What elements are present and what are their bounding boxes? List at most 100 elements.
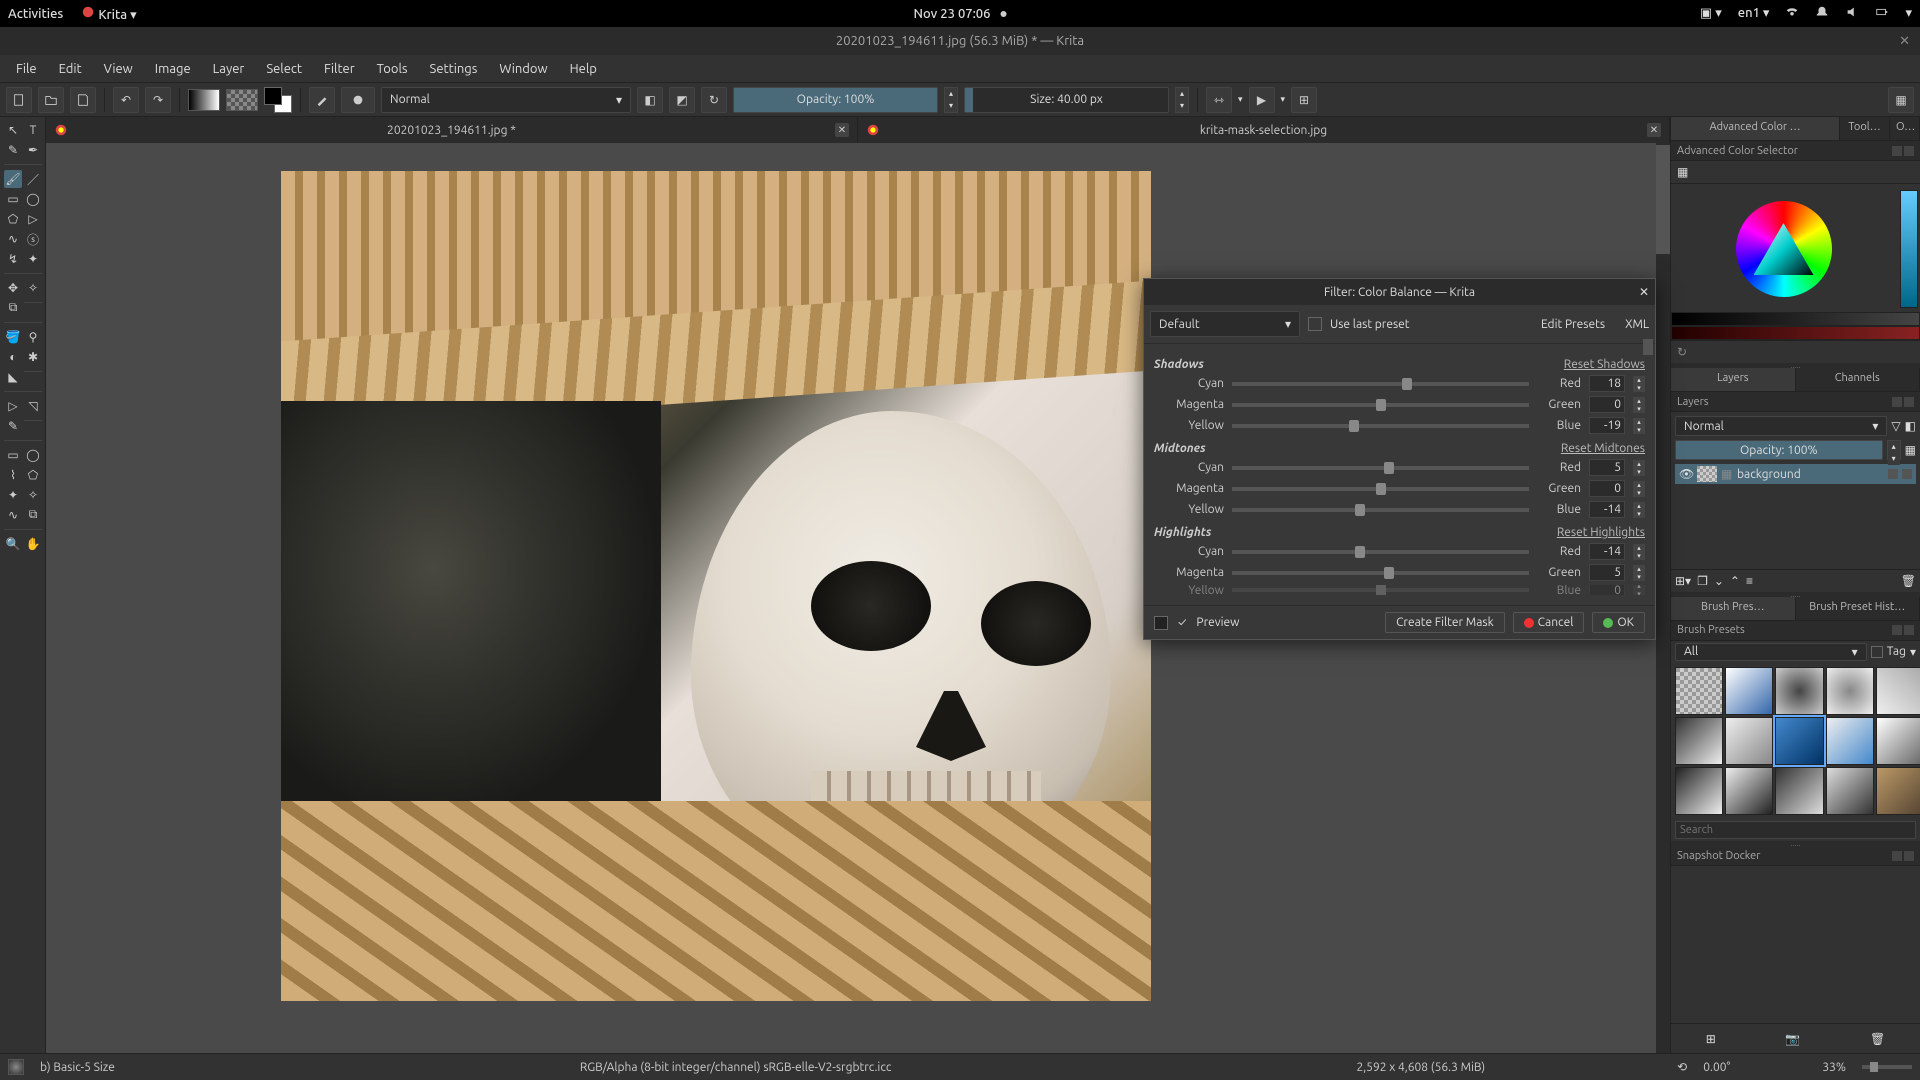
text-tool[interactable]: T	[24, 121, 42, 139]
freehand-select-tool[interactable]: ⌇	[4, 466, 22, 484]
menu-help[interactable]: Help	[560, 58, 607, 80]
hue-slider-1[interactable]	[1671, 312, 1920, 326]
snapshot-add-button[interactable]: ⊞	[1706, 1032, 1716, 1046]
assistant-tool[interactable]: ◣	[4, 368, 22, 386]
dialog-scrollbar[interactable]	[1643, 339, 1653, 355]
slider-track[interactable]	[1232, 466, 1529, 470]
opacity-slider[interactable]: Opacity: 100%	[733, 87, 938, 113]
slider-track[interactable]	[1232, 508, 1529, 512]
panel-float-icon[interactable]	[1892, 625, 1902, 635]
panel-float-icon[interactable]	[1892, 851, 1902, 861]
move-up-button[interactable]: ⌃	[1730, 574, 1740, 588]
value-spinner[interactable]: ▴▾	[1633, 502, 1645, 518]
reset-shadows-button[interactable]: Reset Shadows	[1564, 358, 1645, 371]
value-spinner[interactable]: ▴▾	[1633, 481, 1645, 497]
rect-tool[interactable]: ▭	[4, 190, 22, 208]
layer-expand-icon[interactable]: ▦	[1905, 443, 1916, 457]
tab-1-close[interactable]: ✕	[1647, 123, 1661, 137]
poly-select-tool[interactable]: ⬠	[24, 466, 42, 484]
size-spinner[interactable]: ▴▾	[1175, 87, 1189, 113]
activities-button[interactable]: Activities	[8, 7, 63, 21]
layer-blend-combo[interactable]: Normal▾	[1675, 416, 1887, 436]
visibility-icon[interactable]: 👁	[1679, 467, 1693, 481]
transform-free-tool[interactable]: ✧	[24, 279, 42, 297]
mirror-h-button[interactable]: ⇿	[1206, 87, 1232, 113]
tab-channels[interactable]: Channels	[1796, 368, 1920, 391]
ellipse-tool[interactable]: ◯	[24, 190, 42, 208]
value-input[interactable]: 0	[1589, 585, 1625, 595]
rect-select-tool[interactable]: ▭	[4, 446, 22, 464]
multi-brush-tool[interactable]: ✦	[24, 250, 42, 268]
wifi-icon[interactable]	[1785, 5, 1799, 22]
panel-close-icon[interactable]	[1904, 397, 1914, 407]
battery-icon[interactable]	[1875, 5, 1889, 22]
smart-patch-tool[interactable]: ✱	[24, 348, 42, 366]
preview-toggle-icon[interactable]	[1154, 616, 1168, 630]
menu-settings[interactable]: Settings	[420, 58, 488, 80]
screencast-icon[interactable]: ▣ ▾	[1700, 6, 1722, 21]
use-last-checkbox[interactable]	[1308, 317, 1322, 331]
menu-tools[interactable]: Tools	[367, 58, 418, 80]
contiguous-select-tool[interactable]: ✦	[4, 486, 22, 504]
smart-fill-tool[interactable]: ✎	[4, 417, 22, 435]
tab-layers[interactable]: Layers	[1671, 368, 1796, 391]
alpha-lock-toggle[interactable]: ◩	[669, 87, 695, 113]
ok-button[interactable]: OK	[1592, 612, 1645, 633]
create-filter-mask-button[interactable]: Create Filter Mask	[1385, 612, 1505, 633]
status-zoom[interactable]: 33%	[1822, 1061, 1846, 1074]
menu-window[interactable]: Window	[489, 58, 557, 80]
brush-preset[interactable]	[1775, 667, 1823, 715]
reset-highlights-button[interactable]: Reset Highlights	[1557, 526, 1645, 539]
dialog-titlebar[interactable]: Filter: Color Balance — Krita ✕	[1144, 279, 1655, 305]
value-input[interactable]: -14	[1589, 543, 1625, 560]
brush-preset[interactable]	[1675, 717, 1723, 765]
filter-icon[interactable]: ▽	[1891, 419, 1900, 433]
slider-track[interactable]	[1232, 487, 1529, 491]
volume-icon[interactable]	[1845, 5, 1859, 22]
magnetic-select-tool[interactable]: ⧉	[24, 506, 42, 524]
layer-row-background[interactable]: 👁 ▦ background	[1675, 464, 1916, 484]
window-close-button[interactable]: ✕	[1899, 34, 1910, 49]
tab-0-close[interactable]: ✕	[835, 123, 849, 137]
layer-opacity-slider[interactable]: Opacity: 100%	[1675, 440, 1883, 460]
tab-advanced-color[interactable]: Advanced Color …	[1671, 117, 1840, 140]
value-input[interactable]: -14	[1589, 501, 1625, 518]
color-wheel[interactable]	[1671, 184, 1920, 314]
freehand-path-tool[interactable]: ⓢ	[24, 230, 42, 248]
gradient-swatch[interactable]	[188, 89, 220, 111]
brush-preset[interactable]	[1876, 767, 1920, 815]
value-input[interactable]: -19	[1589, 417, 1625, 434]
brush-size-slider[interactable]: Size: 40.00 px	[964, 87, 1169, 113]
move-down-button[interactable]: ⌄	[1714, 574, 1724, 588]
save-doc-button[interactable]	[70, 87, 96, 113]
brush-preset[interactable]	[1675, 767, 1723, 815]
hue-slider-2[interactable]	[1671, 326, 1920, 340]
slider-track[interactable]	[1232, 382, 1529, 386]
edit-shapes-tool[interactable]: ✎	[4, 141, 22, 159]
brush-preset[interactable]	[1826, 717, 1874, 765]
tag-menu-icon[interactable]: ▾	[1910, 645, 1916, 659]
preset-combo[interactable]: Default▾	[1150, 311, 1300, 337]
value-spinner[interactable]: ▴▾	[1633, 418, 1645, 434]
rotation-icon[interactable]: ⟲	[1677, 1060, 1687, 1074]
color-picker-tool[interactable]: ⚲	[24, 328, 42, 346]
dyna-brush-tool[interactable]: ↯	[4, 250, 22, 268]
value-input[interactable]: 18	[1589, 375, 1625, 392]
tab-brush-history[interactable]: Brush Preset Hist…	[1796, 597, 1920, 620]
panel-close-icon[interactable]	[1904, 625, 1914, 635]
canvas-scrollbar-v[interactable]	[1656, 143, 1670, 1053]
crop-tool[interactable]: ⧉	[4, 299, 22, 317]
slider-track[interactable]	[1232, 550, 1529, 554]
reset-midtones-button[interactable]: Reset Midtones	[1561, 442, 1645, 455]
delete-layer-button[interactable]: 🗑	[1901, 574, 1916, 588]
transform-tool[interactable]: ↖	[4, 121, 22, 139]
reload-preset-button[interactable]: ↻	[701, 87, 727, 113]
add-layer-button[interactable]: ⊞▾	[1675, 574, 1691, 588]
tab-brush-presets[interactable]: Brush Pres…	[1671, 597, 1796, 620]
brush-preset[interactable]	[1725, 717, 1773, 765]
keyboard-layout[interactable]: en1 ▾	[1738, 6, 1770, 21]
opacity-spinner[interactable]: ▴▾	[944, 87, 958, 113]
color-settings-icon[interactable]: ▦	[1677, 166, 1688, 179]
menu-layer[interactable]: Layer	[203, 58, 255, 80]
new-doc-button[interactable]	[6, 87, 32, 113]
